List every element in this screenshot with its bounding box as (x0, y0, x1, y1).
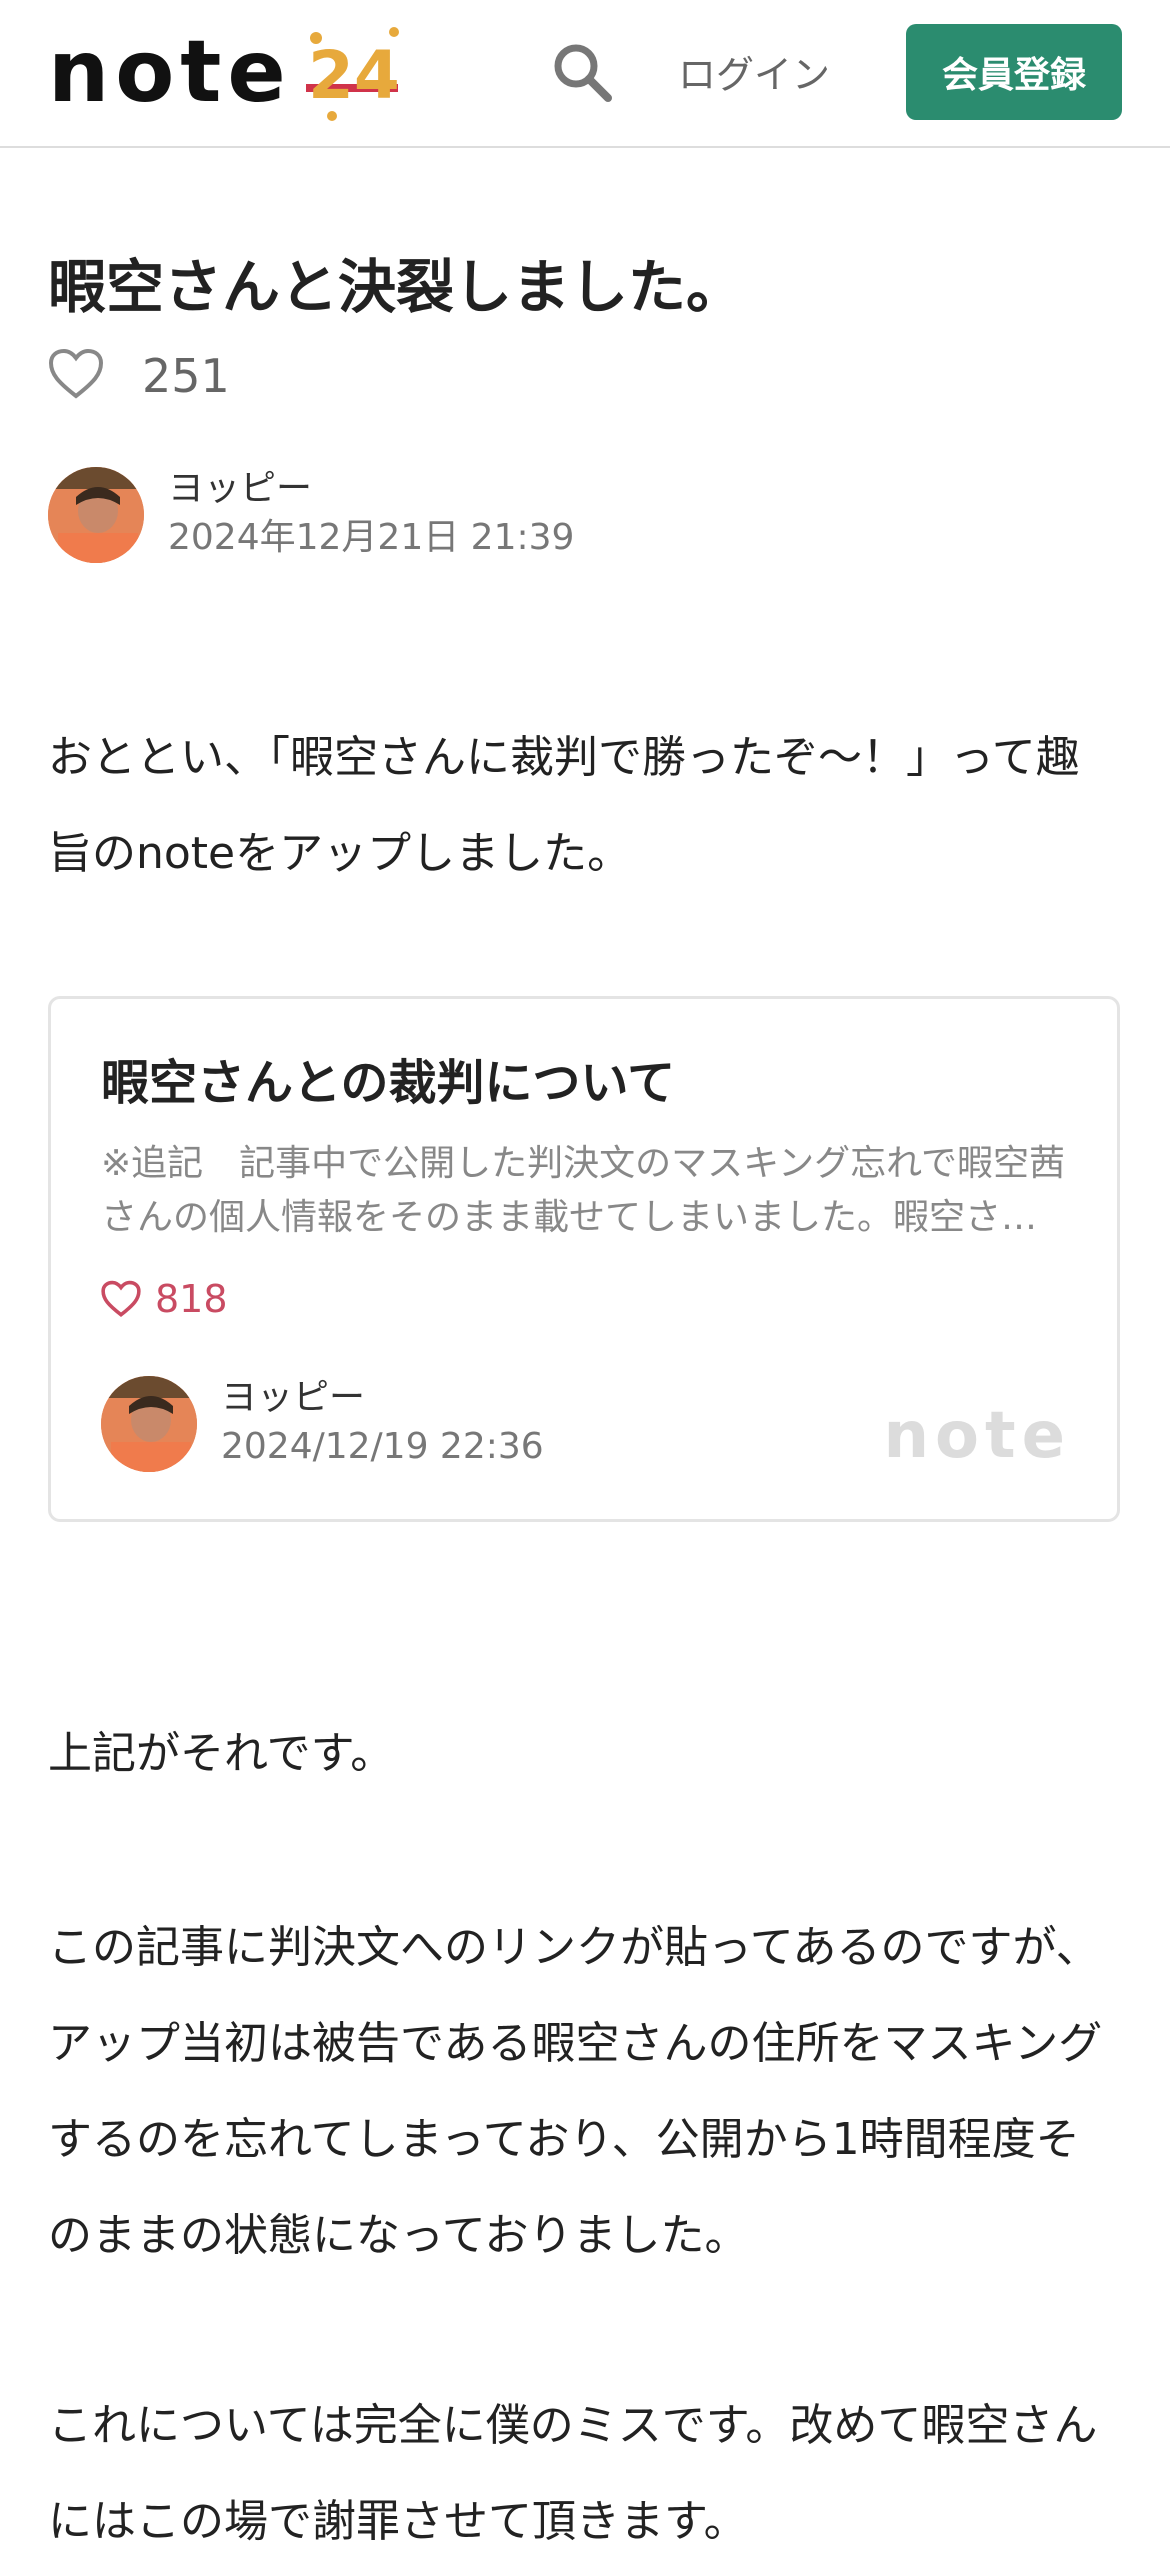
like-button[interactable] (48, 348, 104, 404)
like-row: 251 (48, 348, 230, 404)
logo-text: note (48, 22, 292, 122)
heart-outline-icon (48, 348, 104, 399)
heart-icon (101, 1280, 141, 1317)
paragraph: この記事に判決文へのリンクが貼ってあるのですが、アップ当初は被告である暇空さんの… (48, 1922, 1103, 2261)
card-excerpt: ※追記 記事中で公開した判決文のマスキング忘れで暇空茜さんの個人情報をそのまま載… (101, 1143, 1066, 1238)
site-header: note 24 ログイン 会員登録 (0, 0, 1170, 148)
card-author-name: ヨッピー (221, 1377, 366, 1418)
note-logo[interactable]: note 24 (48, 22, 402, 122)
avatar[interactable] (48, 466, 144, 563)
search-button[interactable] (548, 38, 616, 106)
note-watermark: note (883, 1399, 1071, 1473)
signup-button[interactable]: 会員登録 (906, 24, 1122, 120)
card-title[interactable]: 暇空さんとの裁判について (101, 1043, 675, 1113)
card-like: 818 (101, 1277, 228, 1321)
paragraph: おととい、「暇空さんに裁判で勝ったぞ〜！」って趣旨のnoteをアップしました。 (48, 732, 1080, 879)
paragraph: 上記がそれです。 (48, 1728, 395, 1779)
publish-date: 2024年12月21日 21:39 (168, 516, 575, 558)
badge-text: 24 (308, 37, 400, 114)
login-link[interactable]: ログイン (678, 44, 830, 99)
like-count: 251 (142, 349, 230, 403)
article-author[interactable]: ヨッピー 2024年12月21日 21:39 (48, 466, 574, 563)
embedded-note-card[interactable]: 暇空さんとの裁判について ※追記 記事中で公開した判決文のマスキング忘れで暇空茜… (48, 996, 1120, 1522)
search-icon (554, 44, 612, 102)
author-name[interactable]: ヨッピー (168, 466, 574, 513)
card-date: 2024/12/19 22:36 (221, 1425, 544, 1467)
card-author: ヨッピー 2024/12/19 22:36 (101, 1375, 544, 1472)
paragraph: これについては完全に僕のミスです。改めて暇空さんにはこの場で謝罪させて頂きます。 (48, 2400, 1098, 2547)
article-title: 暇空さんと決裂しました。 (48, 253, 745, 321)
avatar (101, 1375, 197, 1472)
anniversary-badge-icon: 24 (302, 22, 402, 122)
card-like-count: 818 (155, 1277, 228, 1321)
